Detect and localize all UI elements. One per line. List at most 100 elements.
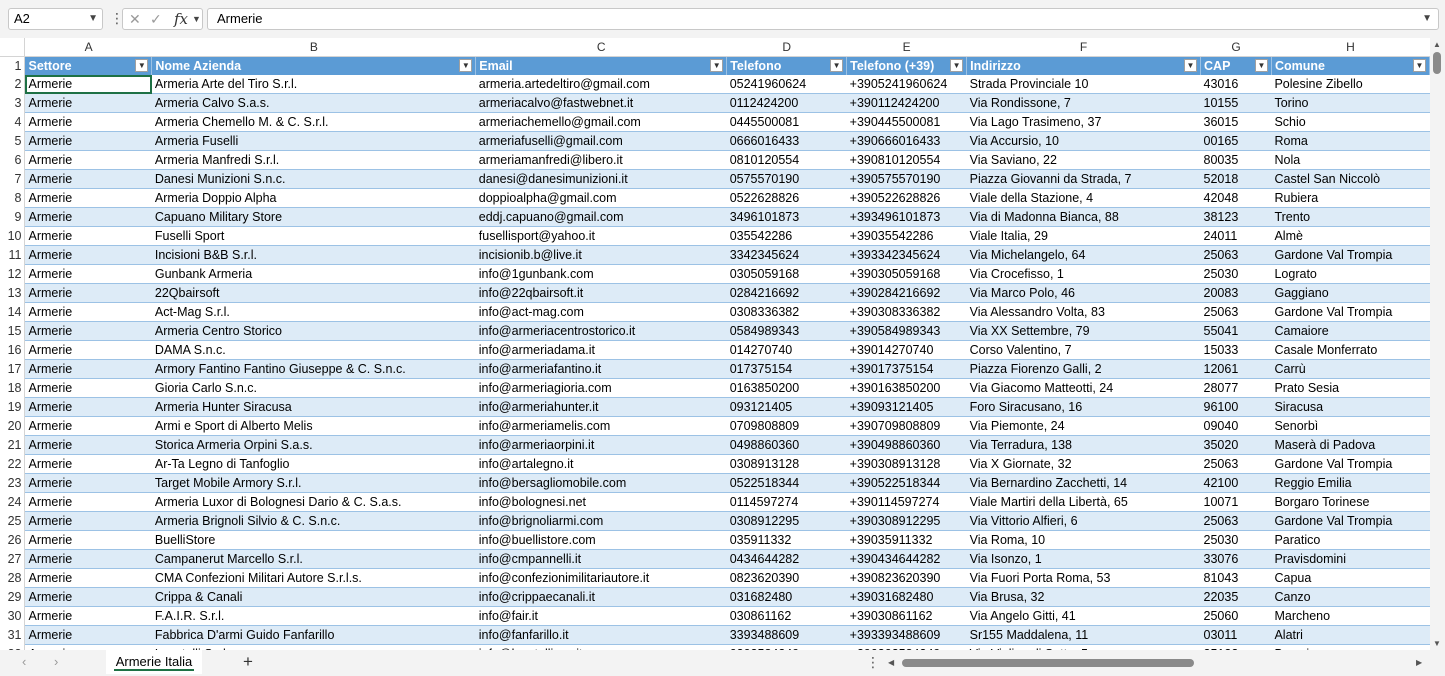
- table-cell[interactable]: Via Isonzo, 1: [966, 549, 1201, 569]
- row-number[interactable]: 17: [0, 359, 26, 379]
- header-cell[interactable]: Telefono ▼: [726, 56, 848, 75]
- table-cell[interactable]: Canzo: [1271, 587, 1430, 607]
- table-cell[interactable]: 80035: [1200, 150, 1272, 170]
- table-cell[interactable]: Fabbrica D'armi Guido Fanfarillo: [151, 625, 476, 645]
- table-cell[interactable]: Armerie: [24, 245, 152, 265]
- table-cell[interactable]: 42048: [1200, 188, 1272, 208]
- table-cell[interactable]: 0810120554: [726, 150, 847, 170]
- table-cell[interactable]: Via Roma, 10: [966, 530, 1201, 550]
- table-cell[interactable]: eddj.capuano@gmail.com: [475, 207, 727, 227]
- table-cell[interactable]: 25030: [1200, 264, 1272, 284]
- table-cell[interactable]: +390810120554: [846, 150, 967, 170]
- table-cell[interactable]: Pravisdomini: [1271, 549, 1430, 569]
- table-cell[interactable]: Gaggiano: [1271, 283, 1430, 303]
- column-header[interactable]: B: [151, 38, 476, 57]
- table-cell[interactable]: +390498860360: [846, 435, 967, 455]
- filter-dropdown-icon[interactable]: ▼: [830, 59, 844, 72]
- table-cell[interactable]: Armory Fantino Fantino Giuseppe & C. S.n…: [151, 359, 476, 379]
- row-number[interactable]: 19: [0, 397, 26, 417]
- table-cell[interactable]: danesi@danesimunizioni.it: [475, 169, 727, 189]
- table-cell[interactable]: Armerie: [24, 188, 152, 208]
- header-cell[interactable]: Indirizzo ▼: [966, 56, 1202, 75]
- table-cell[interactable]: Act-Mag S.r.l.: [151, 302, 476, 322]
- table-cell[interactable]: Armerie: [24, 435, 152, 455]
- table-cell[interactable]: 00165: [1200, 131, 1272, 151]
- table-cell[interactable]: 81043: [1200, 568, 1272, 588]
- table-cell[interactable]: Armeria Centro Storico: [151, 321, 476, 341]
- table-cell[interactable]: +39031682480: [846, 587, 967, 607]
- table-cell[interactable]: Almè: [1271, 226, 1430, 246]
- table-cell[interactable]: 10155: [1200, 93, 1272, 113]
- table-cell[interactable]: Via Giacomo Matteotti, 24: [966, 378, 1201, 398]
- table-cell[interactable]: Target Mobile Armory S.r.l.: [151, 473, 476, 493]
- filter-dropdown-icon[interactable]: ▼: [1184, 59, 1198, 72]
- column-header[interactable]: E: [846, 38, 967, 57]
- plus-icon[interactable]: +: [243, 652, 253, 672]
- table-cell[interactable]: +390114597274: [846, 492, 967, 512]
- table-cell[interactable]: 43016: [1200, 75, 1272, 94]
- table-cell[interactable]: Foro Siracusano, 16: [966, 397, 1201, 417]
- table-cell[interactable]: 0709808809: [726, 416, 847, 436]
- table-cell[interactable]: Polesine Zibello: [1271, 75, 1430, 94]
- row-number[interactable]: 13: [0, 283, 26, 303]
- table-cell[interactable]: 20083: [1200, 283, 1272, 303]
- table-cell[interactable]: Storica Armeria Orpini S.a.s.: [151, 435, 476, 455]
- table-cell[interactable]: info@1gunbank.com: [475, 264, 727, 284]
- table-cell[interactable]: Ar-Ta Legno di Tanfoglio: [151, 454, 476, 474]
- table-cell[interactable]: +39014270740: [846, 340, 967, 360]
- table-cell[interactable]: +390308913128: [846, 454, 967, 474]
- filter-dropdown-icon[interactable]: ▼: [459, 59, 473, 72]
- header-cell[interactable]: Comune ▼: [1271, 56, 1430, 75]
- table-cell[interactable]: +390284216692: [846, 283, 967, 303]
- chevron-down-icon[interactable]: ▼: [88, 9, 98, 29]
- table-cell[interactable]: +390445500081: [846, 112, 967, 132]
- table-cell[interactable]: Schio: [1271, 112, 1430, 132]
- table-cell[interactable]: Via Lago Trasimeno, 37: [966, 112, 1201, 132]
- table-cell[interactable]: +390308912295: [846, 511, 967, 531]
- table-cell[interactable]: 0308912295: [726, 511, 847, 531]
- sheet-tab-armerie-italia[interactable]: Armerie Italia: [106, 650, 202, 674]
- row-number[interactable]: 20: [0, 416, 26, 436]
- table-cell[interactable]: 3342345624: [726, 245, 847, 265]
- table-cell[interactable]: Capuano Military Store: [151, 207, 476, 227]
- table-cell[interactable]: Castel San Niccolò: [1271, 169, 1430, 189]
- column-header[interactable]: C: [475, 38, 727, 57]
- table-cell[interactable]: armeriafuselli@gmail.com: [475, 131, 727, 151]
- table-cell[interactable]: +390584989343: [846, 321, 967, 341]
- filter-dropdown-icon[interactable]: ▼: [1254, 59, 1268, 72]
- table-cell[interactable]: +393393488609: [846, 625, 967, 645]
- table-cell[interactable]: 10071: [1200, 492, 1272, 512]
- table-cell[interactable]: Armeria Hunter Siracusa: [151, 397, 476, 417]
- table-cell[interactable]: +393496101873: [846, 207, 967, 227]
- chevron-down-icon[interactable]: ▼: [1422, 9, 1432, 29]
- table-cell[interactable]: Armerie: [24, 492, 152, 512]
- table-cell[interactable]: 24011: [1200, 226, 1272, 246]
- table-cell[interactable]: fusellisport@yahoo.it: [475, 226, 727, 246]
- table-cell[interactable]: Armeria Arte del Tiro S.r.l.: [151, 75, 476, 94]
- column-header[interactable]: A: [24, 38, 152, 57]
- table-cell[interactable]: +390308336382: [846, 302, 967, 322]
- table-cell[interactable]: 0163850200: [726, 378, 847, 398]
- header-cell[interactable]: Email ▼: [475, 56, 728, 75]
- table-cell[interactable]: info@crippaecanali.it: [475, 587, 727, 607]
- table-cell[interactable]: +390522518344: [846, 473, 967, 493]
- table-cell[interactable]: 52018: [1200, 169, 1272, 189]
- row-number[interactable]: 26: [0, 530, 26, 550]
- header-cell[interactable]: CAP ▼: [1200, 56, 1272, 75]
- table-cell[interactable]: Danesi Munizioni S.n.c.: [151, 169, 476, 189]
- table-cell[interactable]: 0284216692: [726, 283, 847, 303]
- row-number[interactable]: 23: [0, 473, 26, 493]
- table-cell[interactable]: Armerie: [24, 112, 152, 132]
- table-cell[interactable]: 0114597274: [726, 492, 847, 512]
- table-cell[interactable]: +39030861162: [846, 606, 967, 626]
- column-header[interactable]: G: [1200, 38, 1272, 57]
- name-box[interactable]: A2 ▼: [8, 8, 103, 30]
- table-cell[interactable]: 035911332: [726, 530, 847, 550]
- table-cell[interactable]: Gardone Val Trompia: [1271, 302, 1430, 322]
- table-cell[interactable]: Armerie: [24, 169, 152, 189]
- header-cell[interactable]: Nome Azienda ▼: [151, 56, 477, 75]
- table-cell[interactable]: Armerie: [24, 321, 152, 341]
- table-cell[interactable]: info@bolognesi.net: [475, 492, 727, 512]
- table-cell[interactable]: 0666016433: [726, 131, 847, 151]
- table-cell[interactable]: armeriacalvo@fastwebnet.it: [475, 93, 727, 113]
